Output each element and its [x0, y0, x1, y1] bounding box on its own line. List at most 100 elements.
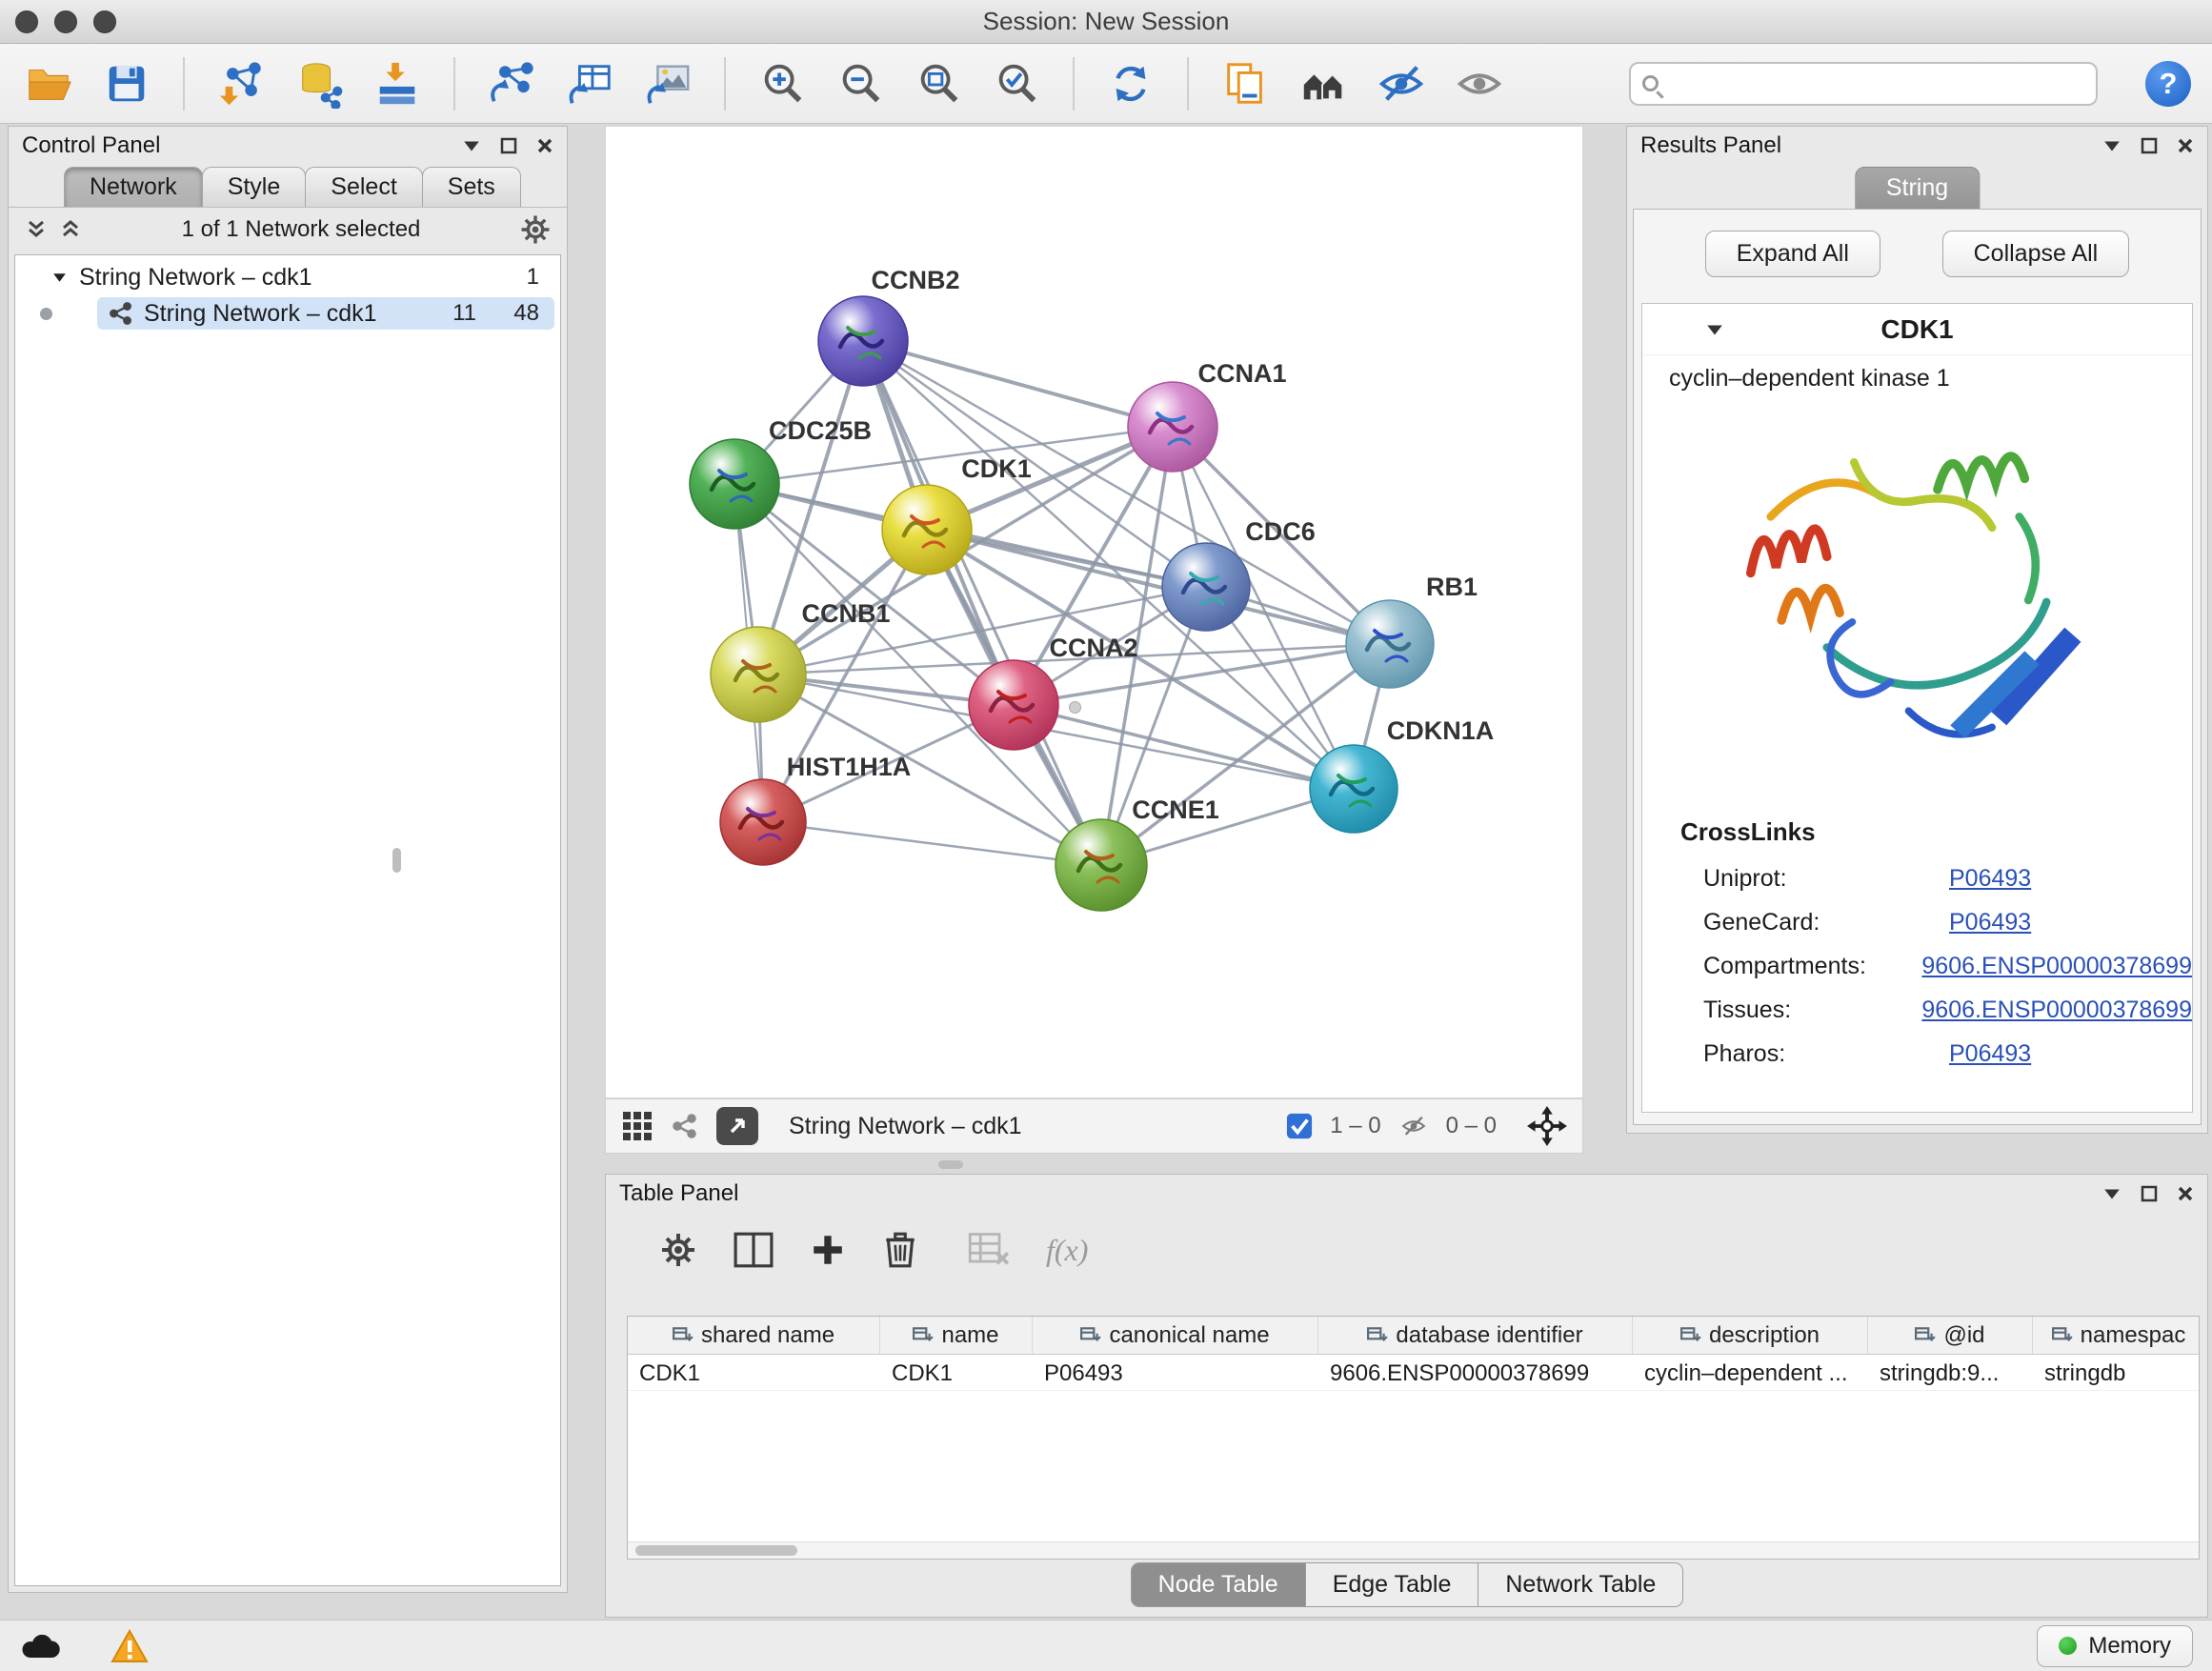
- save-session-button[interactable]: [99, 56, 154, 111]
- network-node[interactable]: [1128, 382, 1217, 472]
- table-options-gear-icon[interactable]: [659, 1231, 697, 1269]
- float-panel-icon[interactable]: [2141, 137, 2158, 154]
- float-panel-icon[interactable]: [2141, 1185, 2158, 1202]
- gear-icon[interactable]: [519, 213, 552, 246]
- collapse-all-button[interactable]: Collapse All: [1942, 231, 2130, 277]
- network-node[interactable]: [1310, 745, 1398, 833]
- tab-node-table[interactable]: Node Table: [1131, 1562, 1306, 1607]
- memory-button[interactable]: Memory: [2037, 1625, 2193, 1667]
- show-all-button[interactable]: [1452, 56, 1507, 111]
- network-node[interactable]: [711, 627, 806, 722]
- table-horizontal-scrollbar[interactable]: [628, 1541, 2199, 1559]
- network-canvas[interactable]: CCNB2CCNA1CDC25BCDK1CDC6RB1CCNB1CCNA2CDK…: [605, 126, 1583, 1098]
- network-node[interactable]: [882, 485, 972, 574]
- show-columns-icon[interactable]: [734, 1232, 774, 1268]
- column-header[interactable]: @id: [1868, 1317, 2033, 1354]
- zoom-fit-button[interactable]: [911, 56, 966, 111]
- network-node[interactable]: [1162, 543, 1250, 631]
- neighbors-button[interactable]: [1296, 56, 1351, 111]
- horizontal-splitter-handle[interactable]: [938, 1160, 963, 1169]
- crosslink-link[interactable]: P06493: [1949, 1040, 2031, 1068]
- tab-network-table[interactable]: Network Table: [1478, 1562, 1683, 1607]
- selected-checkbox-icon[interactable]: [1286, 1113, 1313, 1139]
- copy-button[interactable]: [1217, 56, 1273, 111]
- column-header[interactable]: namespac: [2033, 1317, 2200, 1354]
- scrollbar-thumb[interactable]: [635, 1545, 797, 1556]
- hide-selected-button[interactable]: [1374, 56, 1429, 111]
- crosslink-link[interactable]: P06493: [1949, 865, 2031, 893]
- zoom-in-icon: [757, 59, 807, 109]
- cloud-icon[interactable]: [19, 1632, 63, 1661]
- import-table-button[interactable]: [370, 56, 425, 111]
- close-panel-icon[interactable]: [536, 137, 553, 154]
- column-header[interactable]: name: [880, 1317, 1033, 1354]
- float-panel-icon[interactable]: [500, 137, 517, 154]
- network-row-selected[interactable]: String Network – cdk1 11 48: [15, 295, 560, 332]
- results-panel-title: Results Panel: [1640, 132, 1781, 159]
- add-column-plus-icon[interactable]: [810, 1232, 846, 1268]
- tab-select[interactable]: Select: [305, 167, 422, 207]
- table-cell: cyclin–dependent ...: [1633, 1355, 1868, 1390]
- crosslink-link[interactable]: 9606.ENSP00000378699: [1921, 953, 2192, 980]
- crosslink-link[interactable]: 9606.ENSP00000378699: [1921, 997, 2192, 1024]
- network-graph[interactable]: CCNB2CCNA1CDC25BCDK1CDC6RB1CCNB1CCNA2CDK…: [606, 127, 1582, 1097]
- panel-menu-icon[interactable]: [462, 139, 481, 152]
- collapse-all-icon[interactable]: [24, 218, 49, 241]
- network-node[interactable]: [720, 779, 806, 865]
- birdseye-grid-icon[interactable]: [621, 1110, 654, 1142]
- close-panel-icon[interactable]: [2177, 137, 2194, 154]
- tab-network[interactable]: Network: [64, 167, 203, 207]
- warning-icon[interactable]: [111, 1629, 149, 1663]
- network-node[interactable]: [1346, 600, 1434, 688]
- clone-network-button[interactable]: [484, 56, 539, 111]
- crosslink-row: Tissues:9606.ENSP00000378699: [1642, 988, 2192, 1032]
- panel-menu-icon[interactable]: [2102, 1187, 2122, 1200]
- export-image-button[interactable]: [640, 56, 695, 111]
- help-button[interactable]: ?: [2145, 61, 2191, 107]
- network-edge[interactable]: [763, 822, 1101, 865]
- floppy-icon: [102, 59, 151, 109]
- zoom-selected-button[interactable]: [989, 56, 1044, 111]
- network-collection-row[interactable]: String Network – cdk1 1: [15, 259, 560, 295]
- zoom-out-button[interactable]: [833, 56, 888, 111]
- network-edge[interactable]: [863, 341, 1101, 865]
- crosslink-label: Compartments:: [1703, 953, 1921, 980]
- search-input[interactable]: [1662, 65, 2096, 103]
- zoom-in-button[interactable]: [754, 56, 810, 111]
- hidden-eye-slash-icon[interactable]: [1398, 1113, 1429, 1139]
- gene-collapse-icon[interactable]: [1705, 323, 1724, 336]
- delete-column-trash-icon[interactable]: [882, 1230, 918, 1270]
- export-table-button[interactable]: [562, 56, 617, 111]
- expand-all-button[interactable]: Expand All: [1705, 231, 1880, 277]
- close-panel-icon[interactable]: [2177, 1185, 2194, 1202]
- import-network-database-button[interactable]: [292, 56, 347, 111]
- panel-menu-icon[interactable]: [2102, 139, 2122, 152]
- network-share-icon[interactable]: [671, 1112, 699, 1140]
- edge-count: 48: [513, 300, 539, 327]
- node-table: shared namenamecanonical namedatabase id…: [627, 1316, 2200, 1560]
- tab-edge-table[interactable]: Edge Table: [1305, 1562, 1479, 1607]
- column-header[interactable]: description: [1633, 1317, 1868, 1354]
- column-header[interactable]: canonical name: [1033, 1317, 1318, 1354]
- open-session-button[interactable]: [21, 56, 76, 111]
- network-node[interactable]: [818, 296, 908, 386]
- network-node[interactable]: [690, 439, 779, 529]
- network-node[interactable]: [1056, 819, 1147, 911]
- open-in-window-button[interactable]: [716, 1107, 758, 1145]
- collection-expander-icon[interactable]: [51, 270, 68, 286]
- crosslink-link[interactable]: P06493: [1949, 909, 2031, 936]
- fit-content-crosshair-icon[interactable]: [1527, 1106, 1567, 1146]
- tab-string[interactable]: String: [1855, 167, 1980, 210]
- expand-all-icon[interactable]: [58, 218, 83, 241]
- import-network-file-button[interactable]: [213, 56, 269, 111]
- column-header[interactable]: database identifier: [1318, 1317, 1633, 1354]
- vertical-splitter-handle[interactable]: [392, 848, 401, 873]
- table-row[interactable]: CDK1CDK1P064939606.ENSP00000378699cyclin…: [628, 1355, 2199, 1391]
- status-bar: Memory: [0, 1620, 2212, 1671]
- column-header[interactable]: shared name: [628, 1317, 880, 1354]
- tab-style[interactable]: Style: [202, 167, 307, 207]
- tab-sets[interactable]: Sets: [422, 167, 521, 207]
- canvas-splitter-handle[interactable]: [1069, 701, 1081, 714]
- network-node[interactable]: [969, 660, 1058, 750]
- refresh-button[interactable]: [1103, 56, 1158, 111]
